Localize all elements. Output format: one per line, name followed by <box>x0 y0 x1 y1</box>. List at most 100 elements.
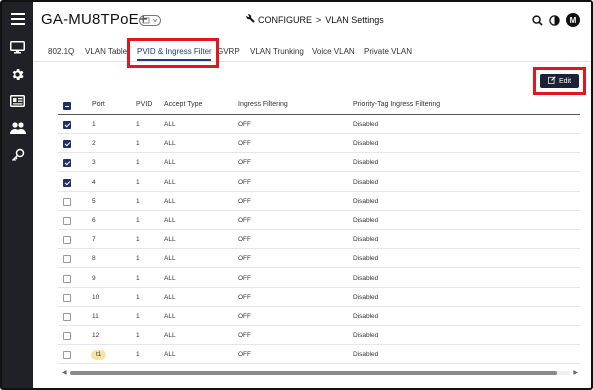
row-checkbox[interactable] <box>63 159 71 168</box>
pvid-cell: 1 <box>136 121 140 128</box>
table-row[interactable]: 8 1 ALL OFF Disabled <box>58 249 580 269</box>
edit-button[interactable]: Edit <box>540 74 579 88</box>
scroll-thumb[interactable] <box>70 371 557 375</box>
table-row[interactable]: 1 1 ALL OFF Disabled <box>58 115 580 134</box>
row-checkbox[interactable] <box>63 236 71 245</box>
scroll-right-arrow-icon[interactable]: ▶ <box>573 370 578 376</box>
id-card-icon[interactable] <box>2 90 33 112</box>
accept-type-cell: ALL <box>164 236 176 244</box>
scroll-track[interactable] <box>70 371 570 375</box>
accept-type-cell: ALL <box>164 332 176 340</box>
edit-label: Edit <box>558 77 572 85</box>
monitor-icon[interactable] <box>2 36 33 58</box>
row-checkbox[interactable] <box>63 274 71 283</box>
table-row[interactable]: 3 1 ALL OFF Disabled <box>58 153 580 173</box>
port-cell: 5 <box>92 197 96 205</box>
row-checkbox[interactable] <box>63 121 71 129</box>
row-checkbox[interactable] <box>63 178 71 187</box>
pvid-cell: 1 <box>136 217 140 224</box>
priority-tag-cell: Disabled <box>353 332 379 340</box>
accept-type-cell: ALL <box>164 274 176 282</box>
device-switch-icon[interactable] <box>139 15 161 26</box>
row-checkbox[interactable] <box>63 217 71 225</box>
pvid-cell: 1 <box>136 293 140 301</box>
scroll-left-arrow-icon[interactable]: ◀ <box>62 370 67 376</box>
ingress-filtering-cell: OFF <box>238 236 251 244</box>
trunk-port-badge: t1 <box>91 350 107 361</box>
accept-type-cell: ALL <box>164 293 176 301</box>
tab-802-1q[interactable]: 802.1Q <box>48 47 74 56</box>
row-checkbox[interactable] <box>63 313 71 321</box>
column-header-ingress-filtering[interactable]: Ingress Filtering <box>238 101 288 108</box>
tab-vlan-trunking[interactable]: VLAN Trunking <box>250 47 304 56</box>
tab-vlan-table[interactable]: VLAN Table <box>85 47 127 56</box>
contrast-icon[interactable] <box>547 13 561 27</box>
priority-tag-cell: Disabled <box>353 293 379 301</box>
column-header-accept-type[interactable]: Accept Type <box>164 101 202 108</box>
priority-tag-cell: Disabled <box>353 140 379 148</box>
edit-highlight-box: Edit <box>533 67 586 95</box>
table-row[interactable]: 12 1 ALL OFF Disabled <box>58 326 580 346</box>
ingress-filtering-cell: OFF <box>238 274 251 282</box>
ingress-filtering-cell: OFF <box>238 178 251 186</box>
table-row[interactable]: 6 1 ALL OFF Disabled <box>58 211 580 230</box>
device-name: GA-MU8TPoE+ <box>41 11 148 28</box>
table-row[interactable]: 9 1 ALL OFF Disabled <box>58 269 580 288</box>
table-row[interactable]: 4 1 ALL OFF Disabled <box>58 173 580 192</box>
key-icon[interactable] <box>2 144 33 166</box>
tab-private-vlan[interactable]: Private VLAN <box>364 47 412 56</box>
accept-type-cell: ALL <box>164 351 176 359</box>
priority-tag-cell: Disabled <box>353 236 379 244</box>
ingress-filtering-cell: OFF <box>238 121 251 128</box>
port-cell: 1 <box>92 121 96 128</box>
accept-type-cell: ALL <box>164 178 176 186</box>
ingress-filtering-cell: OFF <box>238 293 251 301</box>
ingress-filtering-cell: OFF <box>238 197 251 205</box>
column-header-priority-tag[interactable]: Priority-Tag Ingress Filtering <box>353 101 440 108</box>
pvid-cell: 1 <box>136 313 140 320</box>
port-cell: 11 <box>92 313 99 320</box>
row-checkbox[interactable] <box>63 255 71 264</box>
breadcrumb-section[interactable]: CONFIGURE <box>258 15 312 25</box>
priority-tag-cell: Disabled <box>353 255 379 263</box>
priority-tag-cell: Disabled <box>353 217 379 224</box>
port-cell: 4 <box>92 178 96 186</box>
table-row[interactable]: 7 1 ALL OFF Disabled <box>58 230 580 250</box>
accept-type-cell: ALL <box>164 121 176 128</box>
accept-type-cell: ALL <box>164 140 176 148</box>
port-cell: 8 <box>92 255 96 263</box>
gear-icon[interactable] <box>2 63 33 85</box>
column-header-port[interactable]: Port <box>92 101 105 108</box>
port-cell: 3 <box>92 159 96 167</box>
tab-voice-vlan[interactable]: Voice VLAN <box>312 47 355 56</box>
priority-tag-cell: Disabled <box>353 351 379 359</box>
row-checkbox[interactable] <box>63 197 71 206</box>
pvid-cell: 1 <box>136 274 140 282</box>
horizontal-scrollbar[interactable]: ◀ ▶ <box>62 370 578 376</box>
row-checkbox[interactable] <box>63 332 71 341</box>
port-cell: 7 <box>92 236 96 244</box>
tab-bar: 802.1Q VLAN Table PVID & Ingress Filter … <box>33 40 591 62</box>
row-checkbox[interactable] <box>63 351 71 360</box>
port-cell: 6 <box>92 217 96 224</box>
menu-icon[interactable] <box>2 8 33 30</box>
edit-icon <box>548 76 556 86</box>
search-icon[interactable] <box>530 13 544 27</box>
row-checkbox[interactable] <box>63 140 71 149</box>
table-row[interactable]: 2 1 ALL OFF Disabled <box>58 134 580 154</box>
tab-gvrp[interactable]: GVRP <box>217 47 240 56</box>
table-row[interactable]: 10 1 ALL OFF Disabled <box>58 288 580 307</box>
select-all-checkbox[interactable] <box>63 102 71 110</box>
port-cell: 10 <box>92 293 100 301</box>
table-row[interactable]: 5 1 ALL OFF Disabled <box>58 192 580 211</box>
pvid-cell: 1 <box>136 159 140 167</box>
avatar[interactable]: M <box>566 13 580 27</box>
port-cell: 9 <box>92 274 96 282</box>
table-row[interactable]: 11 1 ALL OFF Disabled <box>58 307 580 326</box>
column-header-pvid[interactable]: PVID <box>136 101 152 108</box>
pvid-cell: 1 <box>136 197 140 205</box>
table-row[interactable]: t1 1 ALL OFF Disabled <box>58 345 580 365</box>
row-checkbox[interactable] <box>63 293 71 302</box>
users-icon[interactable] <box>2 117 33 139</box>
ingress-filtering-cell: OFF <box>238 159 251 167</box>
